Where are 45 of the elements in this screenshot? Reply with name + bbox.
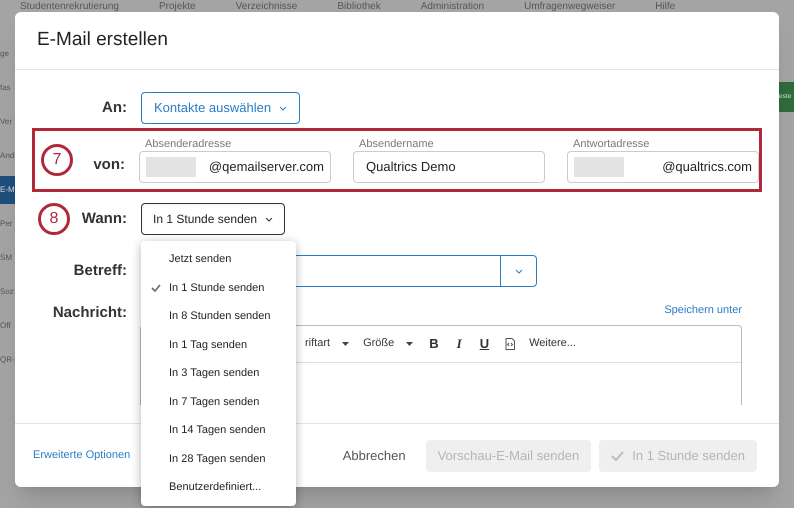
chevron-down-icon bbox=[514, 268, 522, 274]
field-label: An: bbox=[101, 98, 127, 118]
field-label: Wann: bbox=[80, 208, 127, 229]
menu-item[interactable]: In 1 Tag senden bbox=[141, 330, 296, 359]
save-as-link[interactable]: Speichern unter bbox=[664, 302, 742, 318]
field-label: Betreff: bbox=[72, 260, 127, 281]
underline-button[interactable]: U bbox=[478, 334, 492, 354]
menu-item[interactable]: In 14 Tagen senden bbox=[141, 416, 296, 444]
text-field[interactable]: @qemailserver.com bbox=[139, 151, 331, 183]
field-value: @qemailserver.com bbox=[208, 158, 324, 176]
chevron-down-icon bbox=[279, 106, 288, 110]
field-label: Absendername bbox=[358, 137, 435, 151]
schedule-dropdown[interactable]: In 1 Stunde senden bbox=[141, 203, 286, 235]
caret-icon bbox=[342, 342, 350, 346]
redacted-block bbox=[574, 157, 624, 177]
font-dropdown[interactable]: riftart bbox=[305, 335, 350, 352]
field-label: Absenderadresse bbox=[144, 137, 232, 151]
menu-item[interactable]: In 1 Stunde senden bbox=[141, 274, 296, 302]
bold-button[interactable]: B bbox=[427, 334, 441, 354]
advanced-options-link[interactable]: Erweiterte Optionen bbox=[33, 447, 130, 464]
checkmark-icon bbox=[611, 450, 624, 460]
field-label: Nachricht: bbox=[52, 303, 127, 323]
menu-item[interactable]: Jetzt senden bbox=[141, 245, 296, 274]
step-marker: 7 bbox=[41, 144, 73, 176]
chevron-down-icon bbox=[265, 216, 274, 222]
caret-icon bbox=[406, 342, 414, 346]
step-marker: 8 bbox=[38, 203, 70, 235]
text-field[interactable]: @qualtrics.com bbox=[567, 151, 759, 183]
field-label: Antwortadresse bbox=[572, 137, 650, 151]
cancel-button[interactable]: Abbrechen bbox=[330, 440, 418, 472]
more-button[interactable]: Weitere... bbox=[529, 335, 576, 352]
field-label: von: bbox=[92, 154, 125, 175]
field-value: @qualtrics.com bbox=[662, 158, 752, 176]
menu-item[interactable]: Benutzerdefiniert... bbox=[141, 473, 296, 502]
source-code-icon[interactable] bbox=[505, 338, 516, 350]
contacts-dropdown[interactable]: Kontakte auswählen bbox=[141, 92, 300, 124]
menu-item[interactable]: In 28 Tagen senden bbox=[141, 444, 296, 473]
menu-item[interactable]: In 3 Tagen senden bbox=[141, 359, 296, 388]
italic-button[interactable]: I bbox=[454, 334, 464, 354]
dialog-title: E-Mail erstellen bbox=[37, 28, 168, 52]
font-dropdown[interactable]: Größe bbox=[363, 335, 414, 352]
sidebar-item[interactable]: E-M bbox=[0, 176, 15, 204]
field-value: Qualtrics Demo bbox=[365, 158, 456, 176]
redacted-block bbox=[146, 157, 196, 177]
text-field[interactable]: Qualtrics Demo bbox=[353, 151, 545, 183]
